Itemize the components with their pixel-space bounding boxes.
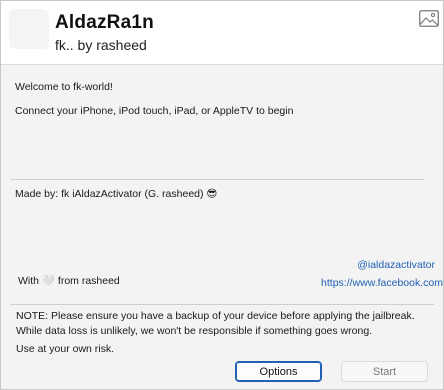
- image-icon: [419, 10, 439, 27]
- app-window: AldazRa1n fk.. by rasheed Welcome to fk-…: [0, 0, 444, 390]
- facebook-link[interactable]: https://www.facebook.com: [321, 277, 443, 289]
- connect-instruction: Connect your iPhone, iPod touch, iPad, o…: [15, 105, 294, 117]
- note-line-2: While data loss is unlikely, we won't be…: [16, 325, 373, 337]
- divider: [10, 179, 424, 180]
- with-love-text: With 🤍 from rasheed: [18, 275, 120, 287]
- app-logo: [9, 9, 49, 49]
- welcome-text: Welcome to fk-world!: [15, 81, 113, 93]
- options-button[interactable]: Options: [235, 361, 322, 382]
- handle-link[interactable]: @ialdazactivator: [357, 259, 435, 271]
- note-line-1: NOTE: Please ensure you have a backup of…: [16, 310, 415, 322]
- header-bar: AldazRa1n fk.. by rasheed: [1, 1, 443, 65]
- app-subtitle: fk.. by rasheed: [55, 37, 147, 53]
- start-button[interactable]: Start: [341, 361, 428, 382]
- app-title: AldazRa1n: [55, 12, 154, 33]
- note-line-3: Use at your own risk.: [16, 343, 115, 355]
- made-by-text: Made by: fk iAldazActivator (G. rasheed)…: [15, 188, 218, 200]
- note-panel: NOTE: Please ensure you have a backup of…: [10, 304, 434, 357]
